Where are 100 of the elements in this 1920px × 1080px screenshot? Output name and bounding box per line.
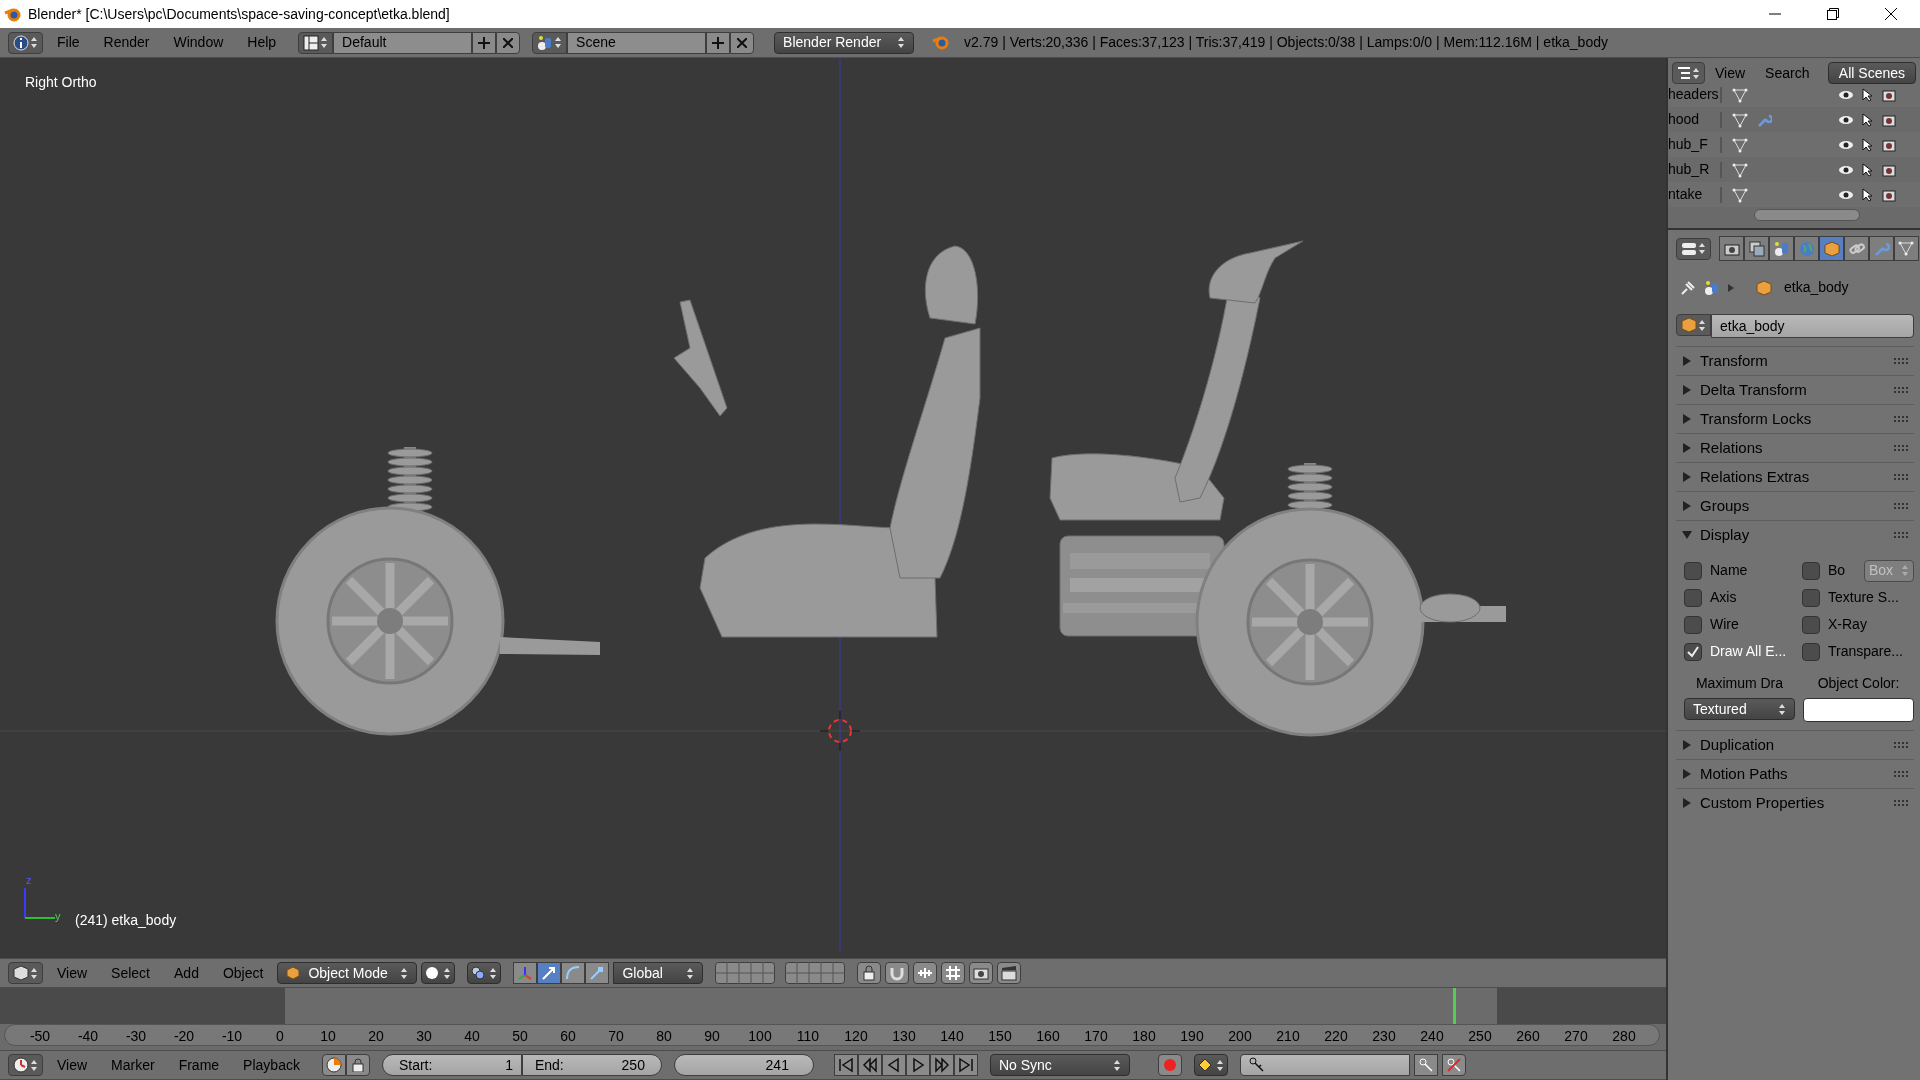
draw-type-dropdown[interactable]: Textured [1684, 698, 1795, 720]
panel-header[interactable]: Relations Extras [1676, 462, 1914, 491]
outliner-item[interactable]: ntake [1668, 184, 1720, 205]
menu-item[interactable]: Frame [168, 1054, 230, 1076]
panel-header[interactable]: Custom Properties [1676, 788, 1914, 817]
checkbox-label: Name [1710, 561, 1748, 580]
frame-number: 140 [939, 1027, 965, 1046]
frame-number: 40 [463, 1027, 481, 1046]
object-name-field[interactable]: etka_body [1711, 314, 1914, 338]
frame-number: 170 [1083, 1027, 1109, 1046]
menu-item[interactable]: Object [212, 962, 274, 984]
display-filter-dropdown[interactable]: All Scenes [1827, 62, 1916, 84]
window-title: Blender* [C:\Users\pc\Documents\space-saving-concept\etka.blend] [28, 4, 451, 24]
frame-number: 60 [559, 1027, 577, 1046]
outliner-item[interactable]: headers [1668, 84, 1720, 105]
end-frame-field[interactable]: End: 250 [521, 1054, 662, 1076]
frame-number: 90 [703, 1027, 721, 1046]
panel-header[interactable]: Transform Locks [1676, 404, 1914, 433]
checkbox-label: Bo [1828, 561, 1846, 580]
frame-number: 200 [1227, 1027, 1253, 1046]
panel-header[interactable]: Delta Transform [1676, 375, 1914, 404]
frame-number: 150 [987, 1027, 1013, 1046]
breadcrumb-label: etka_body [1784, 278, 1849, 297]
field-value: 250 [621, 1055, 645, 1075]
field-label: Start: [398, 1055, 433, 1075]
current-frame-field[interactable]: 241 [673, 1054, 814, 1076]
frame-number: -10 [220, 1027, 244, 1046]
menu-item[interactable]: Search [1755, 62, 1820, 84]
object-info-label: (241) etka_body [75, 911, 177, 930]
frame-number: 20 [367, 1027, 385, 1046]
frame-number: -40 [76, 1027, 100, 1046]
field-label: End: [534, 1055, 564, 1075]
frame-number: -30 [124, 1027, 148, 1046]
view-name-label: Right Ortho [25, 73, 97, 92]
panel-header[interactable]: Duplication [1676, 730, 1914, 759]
frame-number: 30 [415, 1027, 433, 1046]
frame-number: 230 [1371, 1027, 1397, 1046]
menu-item[interactable]: View [47, 1054, 98, 1076]
bounds-type-dropdown[interactable]: Box [1864, 559, 1914, 582]
frame-number: -50 [28, 1027, 52, 1046]
panel-header[interactable]: Display [1676, 520, 1914, 549]
menu-item[interactable]: Select [101, 962, 160, 984]
menu-item[interactable]: Playback [233, 1054, 310, 1076]
frame-number: 120 [843, 1027, 869, 1046]
axis-label: z [26, 873, 32, 888]
panel-header[interactable]: Motion Paths [1676, 759, 1914, 788]
frame-number: 100 [747, 1027, 773, 1046]
menu-item[interactable]: Window [163, 32, 234, 53]
frame-number: 260 [1515, 1027, 1541, 1046]
frame-number: 110 [795, 1027, 821, 1046]
sync-label: No Sync [998, 1055, 1052, 1075]
frame-number: 240 [1419, 1027, 1445, 1046]
menu-item[interactable]: Add [164, 962, 209, 984]
menu-item[interactable]: Help [237, 32, 287, 53]
render-engine-dropdown[interactable]: Blender Render [774, 31, 915, 54]
frame-number: 0 [275, 1027, 285, 1046]
checkbox-label: Transpare... [1828, 642, 1903, 661]
outliner-item[interactable]: hub_R [1668, 159, 1720, 180]
frame-number: 220 [1323, 1027, 1349, 1046]
frame-number: 70 [607, 1027, 625, 1046]
frame-number: 280 [1611, 1027, 1637, 1046]
frame-number: -20 [172, 1027, 196, 1046]
mode-dropdown[interactable]: Object Mode [277, 962, 418, 984]
checkbox-label: Draw All E... [1710, 642, 1787, 661]
axis-label: y [55, 909, 61, 924]
menu-item[interactable]: View [47, 962, 98, 984]
checkbox-label: Axis [1710, 588, 1737, 607]
menu-item[interactable]: View [1705, 62, 1756, 84]
checkbox-label: Texture S... [1828, 588, 1899, 607]
frame-number: 160 [1035, 1027, 1061, 1046]
sync-dropdown[interactable]: No Sync [989, 1054, 1130, 1076]
outliner-item[interactable]: hub_F [1668, 134, 1720, 155]
panel-header[interactable]: Relations [1676, 433, 1914, 462]
menu-item[interactable]: File [47, 32, 90, 53]
frame-number: 10 [319, 1027, 337, 1046]
field-label: Maximum Dra [1694, 674, 1785, 693]
checkbox-label: Wire [1710, 615, 1739, 634]
frame-number: 130 [891, 1027, 917, 1046]
menu-item[interactable]: Render [93, 32, 160, 53]
frame-number: 210 [1275, 1027, 1301, 1046]
frame-number: 190 [1179, 1027, 1205, 1046]
start-frame-field[interactable]: Start: 1 [381, 1054, 522, 1076]
scene-field[interactable]: Scene [567, 31, 707, 54]
frame-number: 80 [655, 1027, 673, 1046]
screen-layout-field[interactable]: Default [333, 31, 473, 54]
frame-number: 50 [511, 1027, 529, 1046]
mode-label: Object Mode [308, 963, 388, 983]
scene-statistics: v2.79 | Verts:20,336 | Faces:37,123 | Tris:37,419 | Objects:0/38 | Lamps:0/0 | Mem:112.16M | etka_body [964, 33, 1608, 52]
field-label: Object Color: [1816, 674, 1901, 693]
panel-header[interactable]: Groups [1676, 491, 1914, 520]
panel-header[interactable]: Transform [1676, 346, 1914, 375]
menu-item[interactable]: Marker [101, 1054, 165, 1076]
field-value: 1 [505, 1055, 513, 1075]
orientation-dropdown[interactable]: Global [613, 962, 704, 984]
frame-number: 270 [1563, 1027, 1589, 1046]
outliner-item[interactable]: hood [1668, 109, 1720, 130]
checkbox-label: X-Ray [1828, 615, 1867, 634]
orientation-label: Global [622, 963, 663, 983]
frame-number: 250 [1467, 1027, 1493, 1046]
frame-number: 180 [1131, 1027, 1157, 1046]
